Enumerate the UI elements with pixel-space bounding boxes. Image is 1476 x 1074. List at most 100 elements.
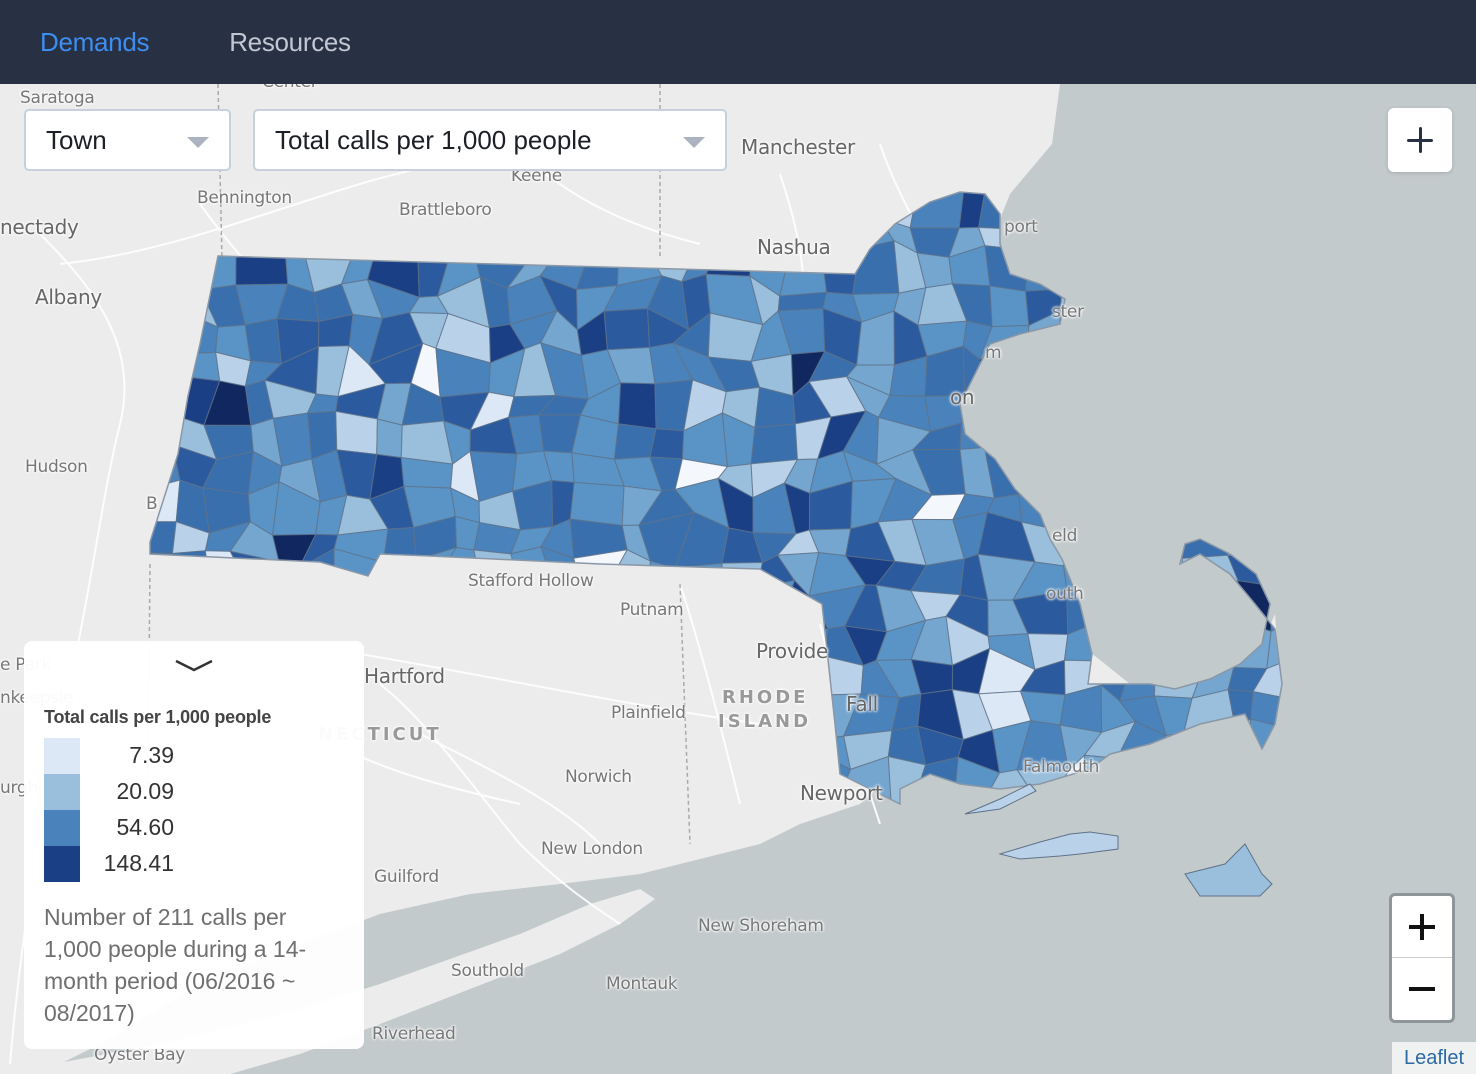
town-region[interactable]	[750, 423, 798, 465]
town-region[interactable]	[587, 650, 629, 695]
town-region[interactable]	[1188, 381, 1233, 428]
town-region[interactable]	[911, 790, 965, 828]
town-region[interactable]	[382, 526, 417, 563]
town-region[interactable]	[1186, 342, 1232, 390]
town-region[interactable]	[677, 622, 727, 659]
town-region[interactable]	[608, 667, 660, 689]
town-region[interactable]	[1196, 274, 1237, 324]
town-region[interactable]	[1223, 274, 1273, 315]
town-region[interactable]	[776, 826, 828, 868]
town-region[interactable]	[1289, 547, 1340, 595]
town-region[interactable]	[1116, 757, 1173, 807]
town-region[interactable]	[1296, 700, 1321, 730]
town-region[interactable]	[503, 614, 559, 656]
town-region[interactable]	[1154, 592, 1199, 632]
town-region[interactable]	[1301, 318, 1337, 350]
town-region[interactable]	[376, 418, 403, 459]
town-region[interactable]	[584, 186, 627, 229]
town-region[interactable]	[1080, 294, 1136, 324]
town-region[interactable]	[647, 648, 697, 693]
town-region[interactable]	[673, 205, 722, 264]
zoom-out-button[interactable]	[1392, 958, 1452, 1020]
town-region[interactable]	[1252, 557, 1299, 587]
town-region[interactable]	[1118, 284, 1160, 323]
town-region[interactable]	[1164, 421, 1198, 447]
town-region[interactable]	[1025, 249, 1063, 292]
town-region[interactable]	[178, 211, 215, 264]
tab-resources[interactable]: Resources	[229, 27, 351, 58]
town-region[interactable]	[284, 580, 308, 627]
town-region[interactable]	[376, 686, 425, 728]
town-region[interactable]	[712, 818, 760, 874]
town-region[interactable]	[1227, 689, 1254, 733]
town-region[interactable]	[1186, 313, 1237, 359]
town-region[interactable]	[621, 180, 648, 214]
town-region[interactable]	[1230, 388, 1273, 435]
town-region[interactable]	[249, 588, 287, 638]
town-region[interactable]	[622, 784, 662, 829]
town-region[interactable]	[618, 382, 657, 430]
metric-select[interactable]: Total calls per 1,000 people	[253, 109, 727, 171]
town-region[interactable]	[1185, 410, 1241, 457]
town-region[interactable]	[877, 822, 918, 864]
town-region[interactable]	[1287, 184, 1339, 222]
town-region[interactable]	[1128, 581, 1167, 633]
town-region[interactable]	[983, 413, 1032, 452]
town-region[interactable]	[504, 184, 559, 229]
town-region[interactable]	[550, 651, 594, 695]
town-region[interactable]	[675, 833, 729, 874]
town-region[interactable]	[1147, 557, 1185, 597]
town-region[interactable]	[1047, 210, 1101, 263]
town-region[interactable]	[447, 792, 477, 840]
town-region[interactable]	[618, 211, 651, 255]
town-region[interactable]	[1083, 787, 1122, 833]
town-region[interactable]	[842, 179, 891, 229]
town-region[interactable]	[1227, 183, 1272, 229]
town-region[interactable]	[603, 308, 651, 351]
town-region[interactable]	[368, 818, 424, 872]
town-region[interactable]	[278, 560, 308, 590]
tab-demands[interactable]: Demands	[40, 27, 149, 58]
town-region[interactable]	[434, 617, 474, 672]
town-region[interactable]	[133, 310, 185, 355]
town-region[interactable]	[689, 763, 724, 801]
town-region[interactable]	[1114, 444, 1172, 492]
town-region[interactable]	[1155, 349, 1190, 396]
town-region[interactable]	[782, 734, 826, 772]
town-region[interactable]	[876, 803, 916, 837]
town-region[interactable]	[333, 581, 381, 621]
town-region[interactable]	[1255, 425, 1305, 462]
town-region[interactable]	[1079, 409, 1137, 465]
town-region[interactable]	[1080, 522, 1129, 565]
town-region[interactable]	[209, 213, 239, 259]
town-region[interactable]	[169, 597, 213, 638]
town-region[interactable]	[1060, 425, 1095, 465]
town-region[interactable]	[1221, 483, 1268, 536]
town-region[interactable]	[711, 783, 749, 841]
town-region[interactable]	[887, 755, 927, 806]
town-region[interactable]	[1184, 843, 1273, 897]
town-region[interactable]	[637, 205, 692, 264]
town-region[interactable]	[1155, 625, 1206, 666]
town-region[interactable]	[1196, 617, 1235, 669]
town-region[interactable]	[747, 752, 787, 805]
town-region[interactable]	[470, 722, 521, 774]
town-region[interactable]	[1286, 623, 1327, 671]
town-region[interactable]	[1147, 222, 1201, 256]
town-region[interactable]	[859, 835, 883, 859]
chevron-down-icon[interactable]	[172, 655, 216, 677]
town-region[interactable]	[756, 579, 796, 636]
town-region[interactable]	[400, 690, 444, 728]
town-region[interactable]	[585, 627, 611, 670]
town-region[interactable]	[472, 652, 526, 707]
town-region[interactable]	[824, 179, 852, 229]
town-region[interactable]	[1157, 239, 1206, 298]
town-region[interactable]	[658, 783, 691, 834]
town-region[interactable]	[1183, 579, 1239, 632]
town-region[interactable]	[681, 720, 724, 770]
town-region[interactable]	[1227, 718, 1252, 762]
map[interactable]: Saratoga Center Manchester Keene Benning…	[0, 84, 1476, 1074]
town-region[interactable]	[333, 178, 376, 217]
town-region[interactable]	[649, 428, 685, 460]
town-region[interactable]	[133, 276, 182, 315]
